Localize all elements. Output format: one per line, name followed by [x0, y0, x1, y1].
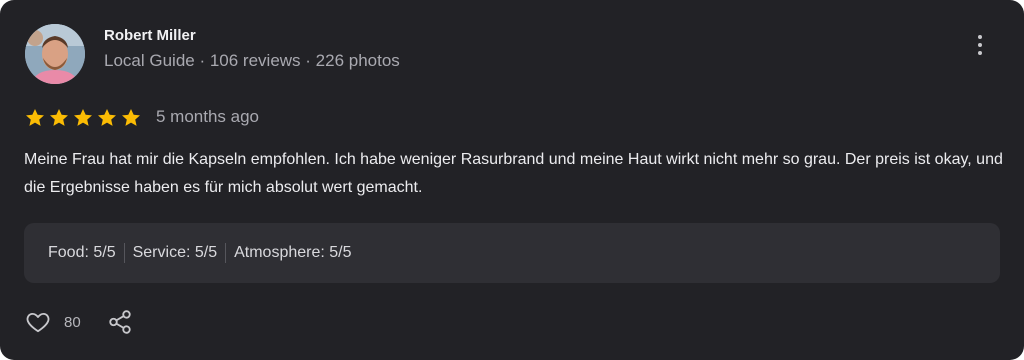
- sub-rating-food: Food: 5/5: [48, 244, 116, 261]
- sub-rating-atmosphere: Atmosphere: 5/5: [234, 244, 352, 261]
- star-rating: [24, 107, 142, 129]
- star-icon: [50, 109, 68, 126]
- share-icon[interactable]: [107, 309, 133, 335]
- star-icon: [98, 109, 116, 126]
- review-time: 5 months ago: [156, 107, 260, 126]
- review-card: Robert Miller Local Guide · 106 reviews …: [0, 0, 1024, 360]
- sub-rating-service: Service: 5/5: [132, 244, 218, 261]
- heart-icon[interactable]: [25, 309, 51, 335]
- star-icon: [74, 109, 92, 126]
- sub-ratings-panel: Food: 5/5 Service: 5/5 Atmosphere: 5/5: [24, 223, 1000, 283]
- star-icon: [26, 109, 44, 126]
- more-vertical-icon[interactable]: [966, 30, 994, 60]
- divider: [123, 243, 125, 263]
- review-text: Meine Frau hat mir die Kapseln empfohlen…: [24, 151, 1003, 196]
- avatar[interactable]: [25, 24, 85, 84]
- like-count: 80: [64, 314, 81, 331]
- author-meta: Local Guide · 106 reviews · 226 photos: [104, 51, 400, 70]
- divider: [225, 243, 227, 263]
- author-name[interactable]: Robert Miller: [104, 27, 196, 44]
- star-icon: [122, 109, 140, 126]
